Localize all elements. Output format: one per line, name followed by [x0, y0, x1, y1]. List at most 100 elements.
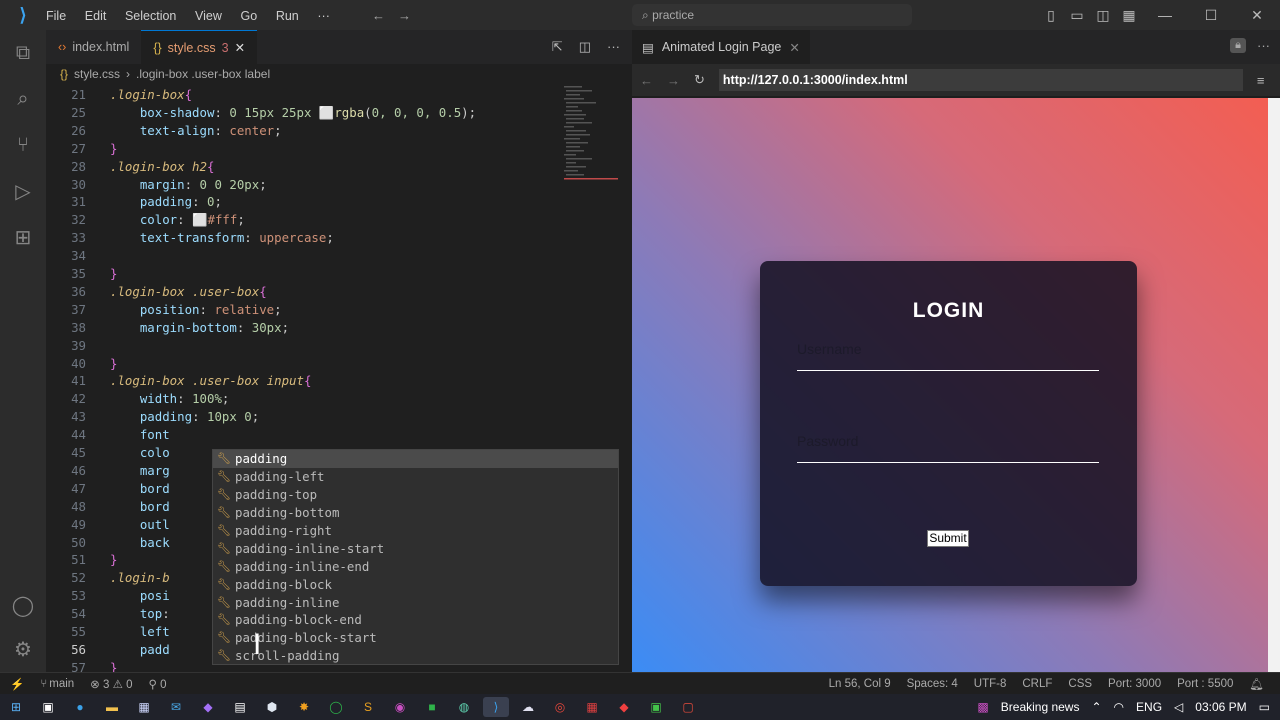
news-text[interactable]: Breaking news	[1001, 700, 1080, 714]
file-explorer-icon[interactable]: ▬	[99, 697, 125, 717]
wifi-icon[interactable]: ◠	[1114, 700, 1124, 714]
more-actions-icon[interactable]: ···	[607, 39, 620, 55]
edge-icon[interactable]: ●	[67, 697, 93, 717]
submit-button[interactable]: Submit	[927, 530, 969, 547]
suggestion-item[interactable]: 🔧︎ padding-inline	[213, 593, 618, 611]
branch-name[interactable]: main	[49, 678, 74, 690]
remote-icon[interactable]: ⚡	[10, 676, 25, 691]
code-line[interactable]: 26 text-align: center;	[46, 122, 616, 140]
app-ring-icon[interactable]: ◯	[323, 697, 349, 717]
news-icon[interactable]: ▩	[977, 700, 988, 714]
app-red-icon[interactable]: ▦	[579, 697, 605, 717]
suggestion-item[interactable]: 🔧︎ padding-right	[213, 522, 618, 540]
back-arrow-icon[interactable]: ←	[372, 8, 385, 23]
code-line[interactable]: 25 box-shadow: 0 15px 25px ⬜rgba(0, 0, 0…	[46, 104, 616, 122]
code-line[interactable]: 28 .login-box h2{	[46, 158, 616, 176]
clock[interactable]: 03:06 PM	[1195, 700, 1246, 714]
language-mode[interactable]: CSS	[1068, 678, 1092, 690]
volume-icon[interactable]: ◁	[1174, 700, 1183, 714]
layout-icon[interactable]: ▯	[1038, 7, 1064, 24]
mail-icon[interactable]: ✉	[163, 697, 189, 717]
code-line[interactable]: 44 font	[46, 426, 616, 444]
vscode-taskbar-icon[interactable]: ⟩	[483, 697, 509, 717]
code-line[interactable]: 43 padding: 10px 0;	[46, 408, 616, 426]
code-line[interactable]: 35}	[46, 265, 616, 283]
command-center-search[interactable]: ⌕ practice	[632, 4, 912, 26]
live-server-port[interactable]: Port : 5500	[1177, 678, 1233, 690]
menu-view[interactable]: View	[195, 9, 222, 23]
open-preview-icon[interactable]: ⇱	[552, 39, 563, 55]
menu-go[interactable]: Go	[241, 9, 258, 23]
more-actions-icon[interactable]: ···	[1257, 38, 1270, 53]
breadcrumb-file[interactable]: style.css	[74, 67, 120, 81]
forward-arrow-icon[interactable]: →	[667, 73, 680, 88]
page-scrollbar[interactable]	[1268, 98, 1280, 672]
split-editor-icon[interactable]: ◫	[579, 39, 591, 55]
source-control-icon[interactable]: ⑂	[0, 122, 46, 168]
tab-style-css[interactable]: {} style.css 3 ✕	[141, 30, 258, 64]
code-line[interactable]: 38 margin-bottom: 30px;	[46, 319, 616, 337]
suggestion-item[interactable]: 🔧︎ padding-block	[213, 575, 618, 593]
menu-file[interactable]: File	[46, 9, 66, 23]
suggestion-item[interactable]: 🔧︎ padding-inline-end	[213, 557, 618, 575]
visual-studio-icon[interactable]: ◆	[195, 697, 221, 717]
chrome-icon[interactable]: ◎	[547, 697, 573, 717]
suggestion-item[interactable]: 🔧︎ scroll-padding	[213, 647, 618, 665]
lock-icon[interactable]: 🔒︎	[1230, 38, 1246, 53]
suggestion-item[interactable]: 🔧︎ padding	[213, 450, 618, 468]
breadcrumb-selector[interactable]: .login-box .user-box label	[136, 67, 270, 81]
minimap[interactable]	[562, 84, 622, 204]
password-field[interactable]: Password	[797, 433, 1099, 463]
problems-count[interactable]: ⊗ 3 ⚠ 0	[90, 677, 132, 691]
suggestion-item[interactable]: 🔧︎ padding-inline-start	[213, 539, 618, 557]
forward-arrow-icon[interactable]: →	[398, 8, 411, 23]
code-line[interactable]: 41 .login-box .user-box input{	[46, 372, 616, 390]
app-cube-icon[interactable]: ⬢	[259, 697, 285, 717]
app-star-icon[interactable]: ✸	[291, 697, 317, 717]
app-c-icon[interactable]: ▢	[675, 697, 701, 717]
url-input[interactable]: http://127.0.0.1:3000/index.html	[718, 69, 1243, 91]
suggestion-item[interactable]: 🔧︎ padding-top	[213, 486, 618, 504]
menu-icon[interactable]: ≡	[1257, 73, 1265, 88]
tab-animated-login-page[interactable]: ▤ Animated Login Page ✕	[632, 30, 810, 64]
suggestion-item[interactable]: 🔧︎ padding-block-start	[213, 629, 618, 647]
code-line[interactable]: 31 padding: 0;	[46, 193, 616, 211]
notifications-icon[interactable]: 🔔︎	[1249, 677, 1264, 691]
app-green-square-icon[interactable]: ■	[419, 697, 445, 717]
search-icon[interactable]: ⌕	[0, 76, 46, 122]
encoding[interactable]: UTF-8	[974, 678, 1007, 690]
language-indicator[interactable]: ENG	[1136, 700, 1162, 714]
notification-icon[interactable]: ▭	[1259, 700, 1270, 714]
app-circle-icon[interactable]: ◉	[387, 697, 413, 717]
explorer-icon[interactable]: ⧉	[0, 30, 46, 76]
menu-run[interactable]: Run	[276, 9, 299, 23]
code-line[interactable]: 32 color: ⬜#fff;	[46, 211, 616, 229]
tab-index-html[interactable]: ‹› index.html	[46, 30, 141, 64]
code-line[interactable]: 42 width: 100%;	[46, 390, 616, 408]
menu-selection[interactable]: Selection	[125, 9, 176, 23]
ports-count[interactable]: ⚲ 0	[149, 677, 167, 691]
suggestion-item[interactable]: 🔧︎ padding-left	[213, 468, 618, 486]
suggestion-item[interactable]: 🔧︎ padding-block-end	[213, 611, 618, 629]
line-ending[interactable]: CRLF	[1022, 678, 1052, 690]
menu-more[interactable]: ···	[317, 9, 330, 23]
extensions-icon[interactable]: ⊞	[0, 214, 46, 260]
close-tab-icon[interactable]: ✕	[235, 40, 245, 55]
panel-icon[interactable]: ▭	[1064, 7, 1090, 24]
close-tab-icon[interactable]: ✕	[789, 40, 799, 55]
git-icon[interactable]: ◆	[611, 697, 637, 717]
start-icon[interactable]: ⊞	[3, 697, 29, 717]
chevron-up-icon[interactable]: ⌃	[1091, 700, 1101, 714]
store-icon[interactable]: ▦	[131, 697, 157, 717]
code-line[interactable]: 40}	[46, 355, 616, 373]
indentation[interactable]: Spaces: 4	[907, 678, 958, 690]
code-line[interactable]: 21 .login-box{	[46, 86, 616, 104]
app-cloud-icon[interactable]: ☁	[515, 697, 541, 717]
code-line[interactable]: 33 text-transform: uppercase;	[46, 229, 616, 247]
split-icon[interactable]: ◫	[1090, 7, 1116, 24]
menu-edit[interactable]: Edit	[85, 9, 107, 23]
cursor-position[interactable]: Ln 56, Col 9	[829, 678, 891, 690]
code-line[interactable]: 39	[46, 337, 616, 355]
minimize-button[interactable]: —	[1142, 7, 1188, 23]
code-line[interactable]: 34	[46, 247, 616, 265]
